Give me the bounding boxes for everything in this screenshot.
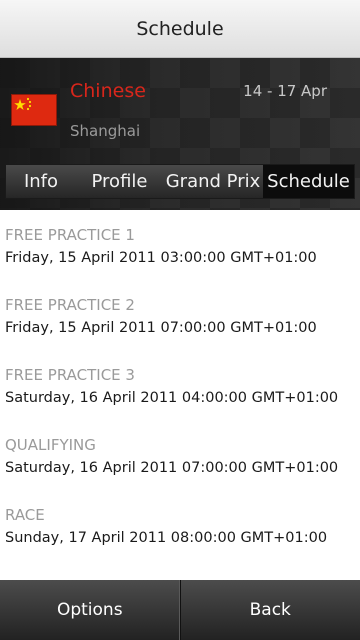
race-city: Shanghai (70, 122, 141, 140)
back-button[interactable]: Back (181, 580, 360, 640)
tab-profile[interactable]: Profile (76, 165, 163, 198)
session-item: RACE Sunday, 17 April 2011 08:00:00 GMT+… (0, 504, 360, 574)
session-item: FREE PRACTICE 2 Friday, 15 April 2011 07… (0, 294, 360, 364)
softkey-bar: Options Back (0, 580, 360, 640)
session-label: FREE PRACTICE 2 (5, 296, 135, 314)
session-item: FREE PRACTICE 1 Friday, 15 April 2011 03… (0, 224, 360, 294)
session-item: QUALIFYING Saturday, 16 April 2011 07:00… (0, 434, 360, 504)
session-time: Saturday, 16 April 2011 04:00:00 GMT+01:… (5, 390, 339, 406)
session-time: Friday, 15 April 2011 03:00:00 GMT+01:00 (5, 250, 317, 266)
session-label: RACE (5, 506, 45, 524)
session-time: Friday, 15 April 2011 07:00:00 GMT+01:00 (5, 320, 317, 336)
title-bar: Schedule (0, 0, 360, 58)
tab-grand-prix[interactable]: Grand Prix (163, 165, 263, 198)
page-title: Schedule (136, 17, 224, 40)
session-label: FREE PRACTICE 3 (5, 366, 135, 384)
tab-schedule[interactable]: Schedule (263, 165, 354, 198)
china-flag-icon (11, 94, 57, 126)
session-list: FREE PRACTICE 1 Friday, 15 April 2011 03… (0, 224, 360, 574)
tab-info[interactable]: Info (6, 165, 76, 198)
tab-bar: Info Profile Grand Prix Schedule (5, 164, 355, 199)
race-dates: 14 - 17 Apr (243, 82, 327, 100)
race-name: Chinese (70, 80, 146, 102)
session-label: QUALIFYING (5, 436, 96, 454)
session-label: FREE PRACTICE 1 (5, 226, 135, 244)
session-time: Saturday, 16 April 2011 07:00:00 GMT+01:… (5, 460, 339, 476)
session-item: FREE PRACTICE 3 Saturday, 16 April 2011 … (0, 364, 360, 434)
options-button[interactable]: Options (0, 580, 181, 640)
session-time: Sunday, 17 April 2011 08:00:00 GMT+01:00 (5, 530, 328, 546)
race-header: Chinese 14 - 17 Apr Shanghai Info Profil… (0, 58, 360, 210)
